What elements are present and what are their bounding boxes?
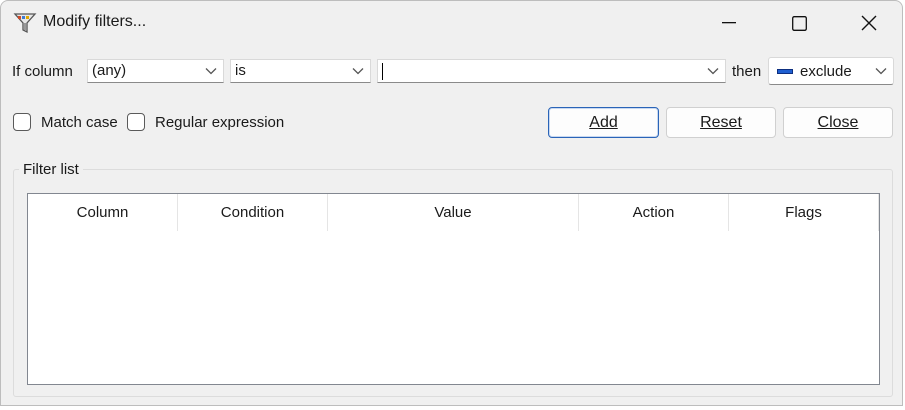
close-window-button[interactable] bbox=[834, 1, 904, 45]
filter-list-table[interactable]: Column Condition Value Action Flags bbox=[27, 193, 880, 385]
match-case-label[interactable]: Match case bbox=[41, 114, 118, 131]
chevron-down-icon bbox=[352, 68, 364, 75]
title-bar[interactable]: Modify filters... bbox=[1, 1, 902, 45]
close-icon bbox=[861, 15, 877, 31]
condition-select[interactable]: is bbox=[230, 59, 371, 83]
if-column-label: If column bbox=[12, 63, 73, 80]
regex-label[interactable]: Regular expression bbox=[155, 114, 284, 131]
column-header-condition[interactable]: Condition bbox=[178, 194, 328, 231]
exclude-color-swatch bbox=[777, 69, 793, 74]
filter-funnel-icon bbox=[13, 13, 37, 34]
maximize-button[interactable] bbox=[764, 1, 834, 45]
regex-checkbox[interactable] bbox=[127, 113, 145, 131]
filter-list-label: Filter list bbox=[19, 161, 83, 178]
text-caret bbox=[382, 63, 383, 80]
column-header-flags[interactable]: Flags bbox=[729, 194, 879, 231]
minimize-icon bbox=[722, 22, 736, 24]
then-label: then bbox=[732, 63, 762, 80]
condition-select-value: is bbox=[235, 62, 246, 79]
modify-filters-dialog: Modify filters... If column (any) is the… bbox=[0, 0, 903, 406]
action-select-value: exclude bbox=[800, 63, 852, 80]
chevron-down-icon bbox=[707, 68, 719, 75]
chevron-down-icon bbox=[875, 68, 887, 75]
column-header-column[interactable]: Column bbox=[28, 194, 178, 231]
column-select-value: (any) bbox=[92, 62, 127, 79]
column-header-value[interactable]: Value bbox=[328, 194, 579, 231]
column-select[interactable]: (any) bbox=[87, 59, 224, 83]
match-case-checkbox[interactable] bbox=[13, 113, 31, 131]
value-combobox[interactable] bbox=[377, 59, 726, 83]
close-button[interactable]: Close bbox=[783, 107, 893, 138]
reset-button[interactable]: Reset bbox=[666, 107, 776, 138]
chevron-down-icon bbox=[205, 68, 217, 75]
maximize-icon bbox=[791, 15, 807, 31]
reset-button-label: Reset bbox=[700, 114, 742, 131]
action-select[interactable]: exclude bbox=[768, 57, 894, 85]
close-button-label: Close bbox=[817, 114, 859, 131]
add-button-label: Add bbox=[589, 114, 618, 131]
minimize-button[interactable] bbox=[694, 1, 764, 45]
column-header-action[interactable]: Action bbox=[579, 194, 729, 231]
add-button[interactable]: Add bbox=[548, 107, 659, 138]
window-title: Modify filters... bbox=[43, 13, 147, 30]
